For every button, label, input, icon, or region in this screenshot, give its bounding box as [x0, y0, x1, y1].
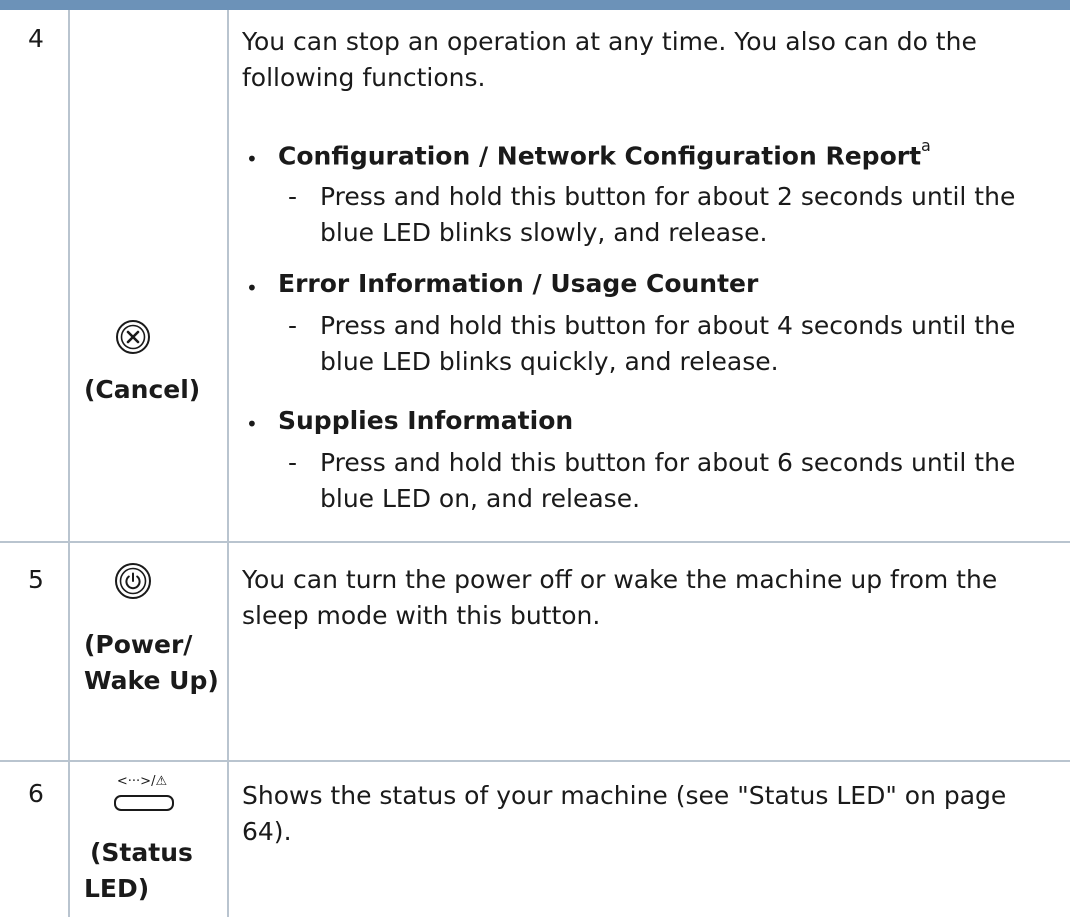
item-text: Press and hold this button for about 4 s… [320, 311, 1016, 377]
power-icon [115, 563, 151, 599]
header-accent-bar [0, 0, 1070, 10]
row-number: 4 [28, 24, 44, 53]
row-description: You can turn the power off or wake the m… [242, 565, 998, 631]
button-label: (Status LED) [84, 838, 193, 904]
button-label: (Cancel) [84, 375, 201, 404]
dash: - [288, 311, 298, 340]
item-title: Error Information / Usage Counter [278, 269, 759, 298]
button-label: (Power/ Wake Up) [84, 630, 219, 696]
row-number: 6 [28, 779, 44, 808]
dash: - [288, 182, 298, 211]
column-divider-right [227, 10, 229, 917]
item-text: Press and hold this button for about 2 s… [320, 182, 1016, 248]
item-title: Supplies Information [278, 406, 574, 435]
dash: - [288, 448, 298, 477]
status-led-icon-glyphs: <···>/⚠ [116, 774, 168, 789]
column-divider-left [68, 10, 70, 917]
row-divider [0, 760, 1070, 762]
footnote-marker: a [921, 136, 931, 155]
bullet: • [246, 147, 258, 171]
bullet: • [246, 276, 258, 300]
item-text: Press and hold this button for about 6 s… [320, 448, 1016, 514]
item-title: Configuration / Network Configuration Re… [278, 136, 931, 171]
row-description: Shows the status of your machine (see "S… [242, 781, 1007, 847]
status-led-icon: <···>/⚠ [114, 775, 174, 811]
cancel-icon [116, 320, 150, 354]
bullet: • [246, 412, 258, 436]
row-number: 5 [28, 565, 44, 594]
row-divider [0, 541, 1070, 543]
row-description: You can stop an operation at any time. Y… [242, 27, 977, 93]
